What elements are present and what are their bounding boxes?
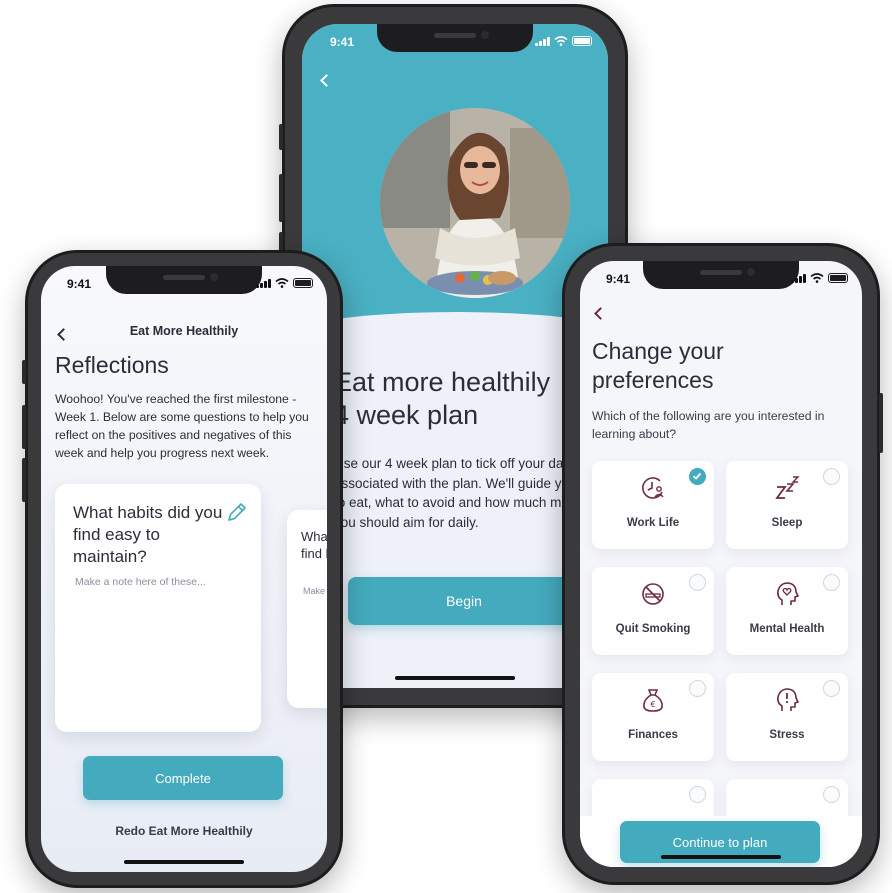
radio-unchecked-icon[interactable] xyxy=(823,786,840,803)
radio-unchecked-icon[interactable] xyxy=(689,574,706,591)
status-time: 9:41 xyxy=(67,277,92,291)
option-work-life[interactable]: Work Life xyxy=(592,461,714,549)
no-smoking-icon xyxy=(642,583,664,605)
page-title: Change your preferences xyxy=(592,338,724,393)
wifi-icon xyxy=(810,273,824,283)
notch xyxy=(377,24,533,52)
option-label: Sleep xyxy=(771,517,803,529)
status-time: 9:41 xyxy=(606,272,631,286)
notch xyxy=(106,266,262,294)
complete-button[interactable]: Complete xyxy=(83,756,283,800)
status-icons xyxy=(535,36,592,46)
radio-unchecked-icon[interactable] xyxy=(689,786,706,803)
option-label: Finances xyxy=(628,729,678,741)
battery-icon xyxy=(828,273,848,283)
option-label: Work Life xyxy=(626,517,680,529)
card-question: What habits did you find easy to maintai… xyxy=(73,503,223,566)
radio-unchecked-icon[interactable] xyxy=(823,680,840,697)
pencil-icon[interactable] xyxy=(225,500,249,524)
option-sleep[interactable]: Sleep xyxy=(726,461,848,549)
radio-unchecked-icon[interactable] xyxy=(823,468,840,485)
option-label: Stress xyxy=(769,729,805,741)
svg-text:€: € xyxy=(650,700,655,709)
home-indicator[interactable] xyxy=(661,855,781,859)
battery-icon xyxy=(293,278,313,288)
status-time: 9:41 xyxy=(330,35,355,49)
option-finances[interactable]: € Finances xyxy=(592,673,714,761)
option-label: Mental Health xyxy=(749,623,825,635)
clock-person-icon xyxy=(642,477,664,499)
back-icon[interactable] xyxy=(594,307,607,320)
home-indicator[interactable] xyxy=(124,860,244,864)
signal-icon xyxy=(256,278,271,288)
option-quit-smoking[interactable]: Quit Smoking xyxy=(592,567,714,655)
volume-up-button xyxy=(279,174,283,222)
head-heart-icon xyxy=(777,582,799,605)
notch xyxy=(643,261,799,289)
volume-down-button xyxy=(22,458,26,502)
mute-switch xyxy=(22,360,26,384)
zzz-icon xyxy=(775,476,800,499)
reflections-screen: 9:41 Eat More Healthily Reflections Wooh… xyxy=(41,266,327,872)
radio-unchecked-icon[interactable] xyxy=(823,574,840,591)
page-subtitle: Which of the following are you intereste… xyxy=(592,409,825,441)
status-icons xyxy=(256,278,313,288)
money-bag-icon: € xyxy=(643,689,663,712)
card-question: What habits did you find hard to maintai… xyxy=(301,529,327,561)
option-stress[interactable]: Stress xyxy=(726,673,848,761)
woman-eating-photo-icon xyxy=(380,108,570,298)
volume-up-button xyxy=(22,405,26,449)
page-title: Reflections xyxy=(55,352,169,378)
option-mental-health[interactable]: Mental Health xyxy=(726,567,848,655)
status-icons xyxy=(791,273,848,283)
begin-button[interactable]: Begin xyxy=(348,577,580,625)
note-placeholder[interactable]: Make a note here of these... xyxy=(75,576,206,588)
battery-icon xyxy=(572,36,592,46)
redo-plan-link[interactable]: Redo Eat More Healthily xyxy=(41,824,327,838)
reflection-card[interactable]: What habits did you find hard to maintai… xyxy=(287,510,327,708)
home-indicator[interactable] xyxy=(395,676,515,680)
reflections-intro: Woohoo! You've reached the first milesto… xyxy=(55,392,309,460)
power-button xyxy=(879,393,883,453)
radio-unchecked-icon[interactable] xyxy=(689,680,706,697)
phone-reflections: 9:41 Eat More Healthily Reflections Wooh… xyxy=(22,250,343,888)
hero-photo xyxy=(380,108,570,298)
selected-check-icon[interactable] xyxy=(689,468,706,485)
signal-icon xyxy=(535,36,550,46)
wifi-icon xyxy=(554,36,568,46)
note-placeholder[interactable]: Make a note here of these... xyxy=(303,586,327,596)
signal-icon xyxy=(791,273,806,283)
option-label: Quit Smoking xyxy=(615,623,691,635)
nav-title: Eat More Healthily xyxy=(129,324,239,338)
phone-preferences: 9:41 Change your preferences Which of th… xyxy=(562,243,883,885)
reflection-card[interactable]: What habits did you find easy to maintai… xyxy=(55,484,261,732)
head-exclamation-icon xyxy=(777,688,799,711)
wifi-icon xyxy=(275,278,289,288)
mute-switch xyxy=(279,124,283,150)
preferences-screen: 9:41 Change your preferences Which of th… xyxy=(580,261,862,867)
